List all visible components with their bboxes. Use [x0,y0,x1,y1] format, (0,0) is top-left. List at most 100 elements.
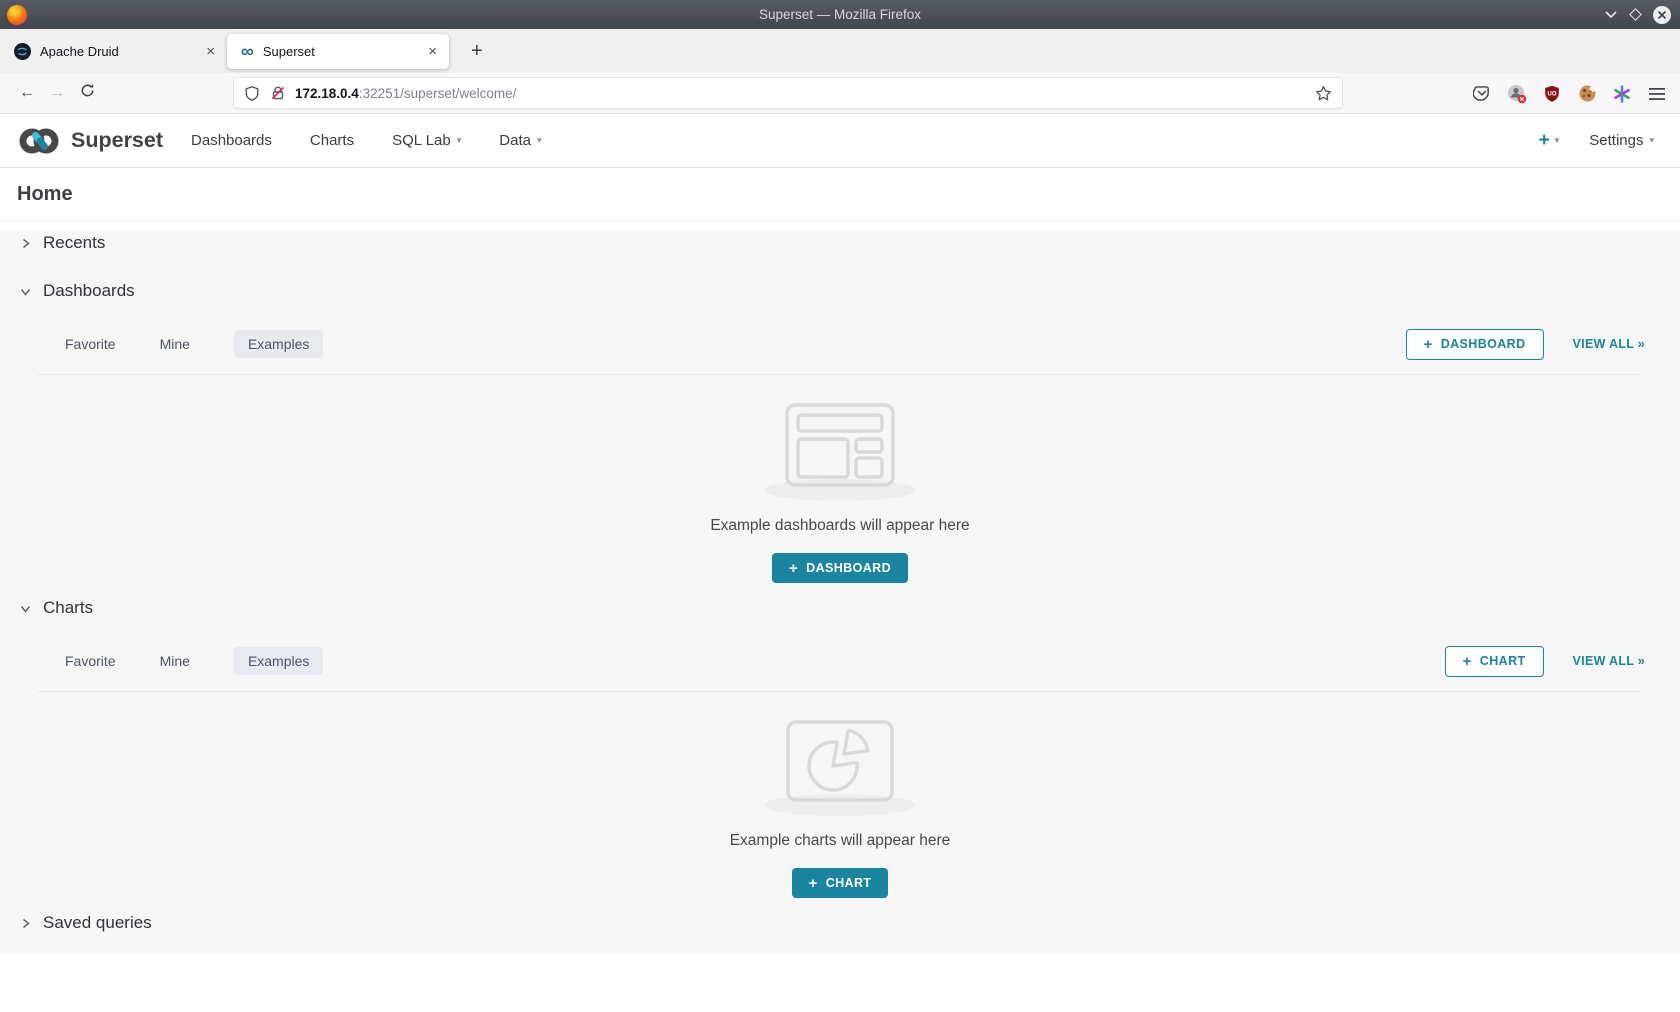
empty-state-action: + DASHBOARD [0,553,1680,583]
charts-view-all-link[interactable]: VIEW ALL » [1573,654,1645,668]
section-label: Dashboards [43,281,135,301]
empty-state-text: Example dashboards will appear here [0,517,1680,535]
tab-label: Apache Druid [40,44,206,59]
empty-state-text: Example charts will appear here [0,832,1680,850]
new-chart-primary-button[interactable]: + CHART [792,868,889,898]
section-recents-toggle[interactable]: Recents [0,230,1680,256]
tab-mine[interactable]: Mine [160,653,190,669]
url-bar[interactable]: 172.18.0.4:32251/superset/welcome/ [234,78,1342,108]
dashboard-placeholder-icon [785,403,895,487]
url-text: 172.18.0.4:32251/superset/welcome/ [295,86,1315,101]
url-path: :32251/superset/welcome/ [359,86,517,101]
plus-icon: + [809,876,818,891]
ublock-shield-icon: UO [1543,85,1561,103]
chevron-down-icon: ▾ [1555,135,1560,146]
new-chart-button[interactable]: + CHART [1445,646,1544,677]
nav-item-dashboards[interactable]: Dashboards [191,132,272,149]
charts-actions: + CHART VIEW ALL » [1445,646,1645,677]
plus-icon: + [789,561,798,576]
superset-logo-icon [18,127,62,155]
nav-item-sql-lab[interactable]: SQL Lab ▾ [392,132,461,149]
section-charts-toggle[interactable]: Charts [0,595,1680,621]
tab-favorite[interactable]: Favorite [65,653,116,669]
minimize-button[interactable] [1604,10,1618,19]
extension-disabled-icon [1507,84,1527,104]
settings-label: Settings [1589,132,1643,149]
tab-superset-active[interactable]: ∞ Superset × [227,34,449,69]
reload-button[interactable] [72,83,102,103]
new-dashboard-button[interactable]: + DASHBOARD [1406,329,1544,360]
plus-icon: + [1463,654,1472,669]
nav-item-charts[interactable]: Charts [310,132,354,149]
tab-apache-druid[interactable]: Apache Druid × [0,34,227,69]
hamburger-icon [1649,87,1665,101]
forward-button[interactable]: → [42,84,72,102]
plus-icon: + [1424,337,1433,352]
tab-examples[interactable]: Examples [234,647,323,675]
ublock-origin-button[interactable]: UO [1541,83,1563,105]
nav-links: Dashboards Charts SQL Lab ▾ Data ▾ [191,132,541,149]
button-label: DASHBOARD [1441,337,1526,351]
menu-button[interactable] [1646,83,1668,105]
chevron-down-icon [19,285,32,298]
plus-icon: + [1539,130,1550,152]
button-label: CHART [826,876,872,890]
section-label: Recents [43,233,105,253]
navbar-right: + ▾ Settings ▾ [1539,130,1662,152]
insecure-lock-icon[interactable] [270,85,286,101]
nav-item-label: Data [499,132,531,149]
tab-close-button[interactable]: × [428,44,437,59]
charts-subbar: Favorite Mine Examples + CHART VIEW ALL … [0,645,1680,677]
chevron-down-icon: ▾ [457,135,462,146]
chevron-right-icon [19,917,32,930]
chart-placeholder-icon [786,720,894,802]
section-saved-queries-toggle[interactable]: Saved queries [0,910,1680,936]
tab-close-button[interactable]: × [206,44,215,59]
new-item-menu-button[interactable]: + ▾ [1539,130,1560,152]
close-icon [1657,10,1667,20]
brand-name: Superset [71,128,163,153]
section-dashboards-toggle[interactable]: Dashboards [0,278,1680,304]
section-label: Saved queries [43,913,152,933]
maximize-button[interactable] [1629,8,1642,21]
tracking-shield-icon[interactable] [244,85,260,102]
nav-item-label: SQL Lab [392,132,451,149]
pocket-button[interactable] [1471,83,1493,105]
nav-item-label: Charts [310,132,354,149]
chevron-down-icon: ▾ [1649,135,1654,146]
window-controls [1604,0,1671,29]
new-dashboard-primary-button[interactable]: + DASHBOARD [772,553,908,583]
extension-asterisk-button[interactable] [1611,83,1633,105]
cookie-icon [1578,84,1597,103]
bookmark-star-icon[interactable] [1315,85,1332,102]
page-title: Home [17,183,73,206]
browser-toolbar: ← → 172.18.0.4:32251/superset/welcome/ [0,73,1680,114]
button-label: DASHBOARD [806,561,891,575]
dashboards-view-all-link[interactable]: VIEW ALL » [1573,337,1645,351]
chart-empty-illustration [786,720,894,802]
colorful-asterisk-icon [1613,85,1631,103]
svg-text:UO: UO [1548,91,1557,97]
charts-empty-state: Example charts will appear here + CHART [0,692,1680,898]
extension-button[interactable] [1506,83,1528,105]
close-button[interactable] [1653,6,1671,24]
back-button[interactable]: ← [12,84,42,102]
dashboards-actions: + DASHBOARD VIEW ALL » [1406,329,1645,360]
tab-examples[interactable]: Examples [234,330,323,358]
druid-favicon [14,43,31,60]
tab-mine[interactable]: Mine [160,336,190,352]
chevron-right-icon [19,237,32,250]
settings-menu-button[interactable]: Settings ▾ [1589,132,1654,149]
url-host: 172.18.0.4 [295,86,359,101]
cookie-manager-button[interactable] [1576,83,1598,105]
tab-favorite[interactable]: Favorite [65,336,116,352]
superset-brand[interactable]: Superset [18,127,163,155]
chevron-down-icon [19,602,32,615]
superset-navbar: Superset Dashboards Charts SQL Lab ▾ Dat… [0,114,1680,168]
superset-favicon: ∞ [241,43,254,59]
nav-item-data[interactable]: Data ▾ [499,132,541,149]
dashboard-empty-illustration [785,403,895,487]
new-tab-button[interactable]: + [465,40,489,63]
toolbar-extension-icons: UO [1471,73,1668,114]
chevron-down-icon: ▾ [537,135,542,146]
